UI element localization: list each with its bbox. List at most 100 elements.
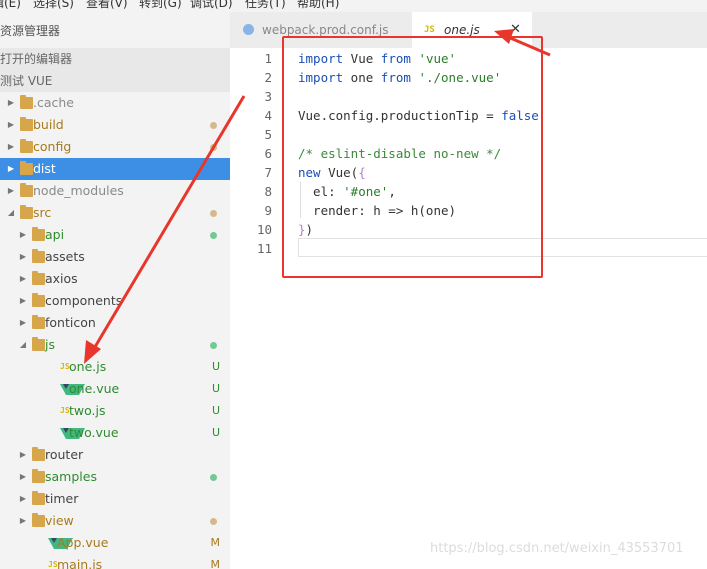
tree-item-app-vue[interactable]: App.vue M xyxy=(0,532,230,554)
chevron-right-icon[interactable]: ▶ xyxy=(6,158,16,180)
git-status-dot xyxy=(210,144,217,151)
git-status-badge: U xyxy=(211,404,220,417)
chevron-right-icon[interactable]: ▶ xyxy=(6,180,16,202)
folder-icon xyxy=(32,227,45,241)
chevron-right-icon[interactable]: ▶ xyxy=(6,114,16,136)
folder-icon xyxy=(32,315,45,329)
chevron-right-icon[interactable]: ▶ xyxy=(18,268,28,290)
chevron-down-icon[interactable]: ◢ xyxy=(18,334,28,356)
webpack-icon xyxy=(243,24,254,35)
tree-item-src[interactable]: ◢ src xyxy=(0,202,230,224)
menu-item[interactable]: 查看(V) xyxy=(86,0,128,11)
tree-item-axios[interactable]: ▶ axios xyxy=(0,268,230,290)
chevron-right-icon[interactable]: ▶ xyxy=(18,224,28,246)
tree-item-label: two.vue xyxy=(69,425,119,440)
chevron-down-icon[interactable]: ◢ xyxy=(6,202,16,224)
tree-item-label: view xyxy=(45,513,74,528)
menu-item[interactable]: 辑(E) xyxy=(0,0,21,11)
tree-item-node-modules[interactable]: ▶ node_modules xyxy=(0,180,230,202)
open-editors-label: 打开的编辑器 xyxy=(0,52,73,66)
line-number: 9 xyxy=(264,203,272,218)
tree-item-view[interactable]: ▶ view xyxy=(0,510,230,532)
line-number: 8 xyxy=(264,184,272,199)
tree-item-label: main.js xyxy=(57,557,103,569)
git-status-dot xyxy=(210,232,217,239)
tree-item-label: axios xyxy=(45,271,78,286)
tree-item-label: assets xyxy=(45,249,85,264)
folder-icon xyxy=(32,293,45,307)
folder-icon xyxy=(20,161,33,175)
tree-item-two-js[interactable]: JS two.js U xyxy=(0,400,230,422)
git-status-badge: M xyxy=(210,558,221,569)
project-section[interactable]: 测试 VUE xyxy=(0,70,230,92)
tree-item-two-vue[interactable]: two.vue U xyxy=(0,422,230,444)
tree-item-label: one.vue xyxy=(69,381,120,396)
chevron-right-icon[interactable]: ▶ xyxy=(6,136,16,158)
chevron-right-icon[interactable]: ▶ xyxy=(18,488,28,510)
chevron-right-icon[interactable]: ▶ xyxy=(18,312,28,334)
tree-item-one-js[interactable]: JS one.js U xyxy=(0,356,230,378)
folder-icon xyxy=(20,183,33,197)
tree-item-samples[interactable]: ▶ samples xyxy=(0,466,230,488)
tree-item-label: fonticon xyxy=(45,315,96,330)
menu-item[interactable]: 转到(G) xyxy=(139,0,182,11)
tree-item-fonticon[interactable]: ▶ fonticon xyxy=(0,312,230,334)
chevron-right-icon[interactable]: ▶ xyxy=(18,444,28,466)
tree-item-label: two.js xyxy=(69,403,106,418)
tree-item-label: one.js xyxy=(69,359,107,374)
tree-item-label: js xyxy=(45,337,55,352)
line-number: 10 xyxy=(256,222,272,237)
line-number: 2 xyxy=(264,70,272,85)
chevron-right-icon[interactable]: ▶ xyxy=(18,466,28,488)
line-number: 4 xyxy=(264,108,272,123)
chevron-right-icon[interactable]: ▶ xyxy=(18,290,28,312)
tree-item-label: build xyxy=(33,117,64,132)
chevron-right-icon[interactable]: ▶ xyxy=(18,510,28,532)
tree-item-one-vue[interactable]: one.vue U xyxy=(0,378,230,400)
tree-item-build[interactable]: ▶ build xyxy=(0,114,230,136)
git-status-badge: U xyxy=(211,360,220,373)
watermark: https://blog.csdn.net/weixin_43553701 xyxy=(430,541,684,556)
folder-icon xyxy=(32,249,45,263)
tree-item-components[interactable]: ▶ components xyxy=(0,290,230,312)
tree-item-config[interactable]: ▶ config xyxy=(0,136,230,158)
tree-item-label: App.vue xyxy=(57,535,109,550)
tree-item-router[interactable]: ▶ router xyxy=(0,444,230,466)
folder-icon xyxy=(20,117,33,131)
tree-item-api[interactable]: ▶ api xyxy=(0,224,230,246)
chevron-right-icon[interactable]: ▶ xyxy=(18,246,28,268)
tree-item-label: .cache xyxy=(33,95,74,110)
tree-item-assets[interactable]: ▶ assets xyxy=(0,246,230,268)
tree-item-dist[interactable]: ▶ dist xyxy=(0,158,230,180)
tree-item-cache[interactable]: ▶ .cache xyxy=(0,92,230,114)
menu-item[interactable]: 调试(D) xyxy=(190,0,233,11)
annotation-box xyxy=(282,36,543,278)
git-status-badge: U xyxy=(211,382,220,395)
folder-icon xyxy=(20,139,33,153)
menu-item[interactable]: 帮助(H) xyxy=(297,0,339,11)
chevron-right-icon[interactable]: ▶ xyxy=(6,92,16,114)
line-number: 1 xyxy=(264,51,272,66)
git-status-dot xyxy=(210,474,217,481)
tree-item-label: components xyxy=(45,293,123,308)
tree-item-timer[interactable]: ▶ timer xyxy=(0,488,230,510)
git-status-badge: U xyxy=(211,426,220,439)
tree-item-label: src xyxy=(33,205,52,220)
tree-item-main-js[interactable]: JS main.js M xyxy=(0,554,230,569)
menu-item[interactable]: 选择(S) xyxy=(33,0,74,11)
tree-item-label: api xyxy=(45,227,65,242)
folder-icon xyxy=(32,513,45,527)
git-status-dot xyxy=(210,518,217,525)
line-number: 11 xyxy=(256,241,272,256)
line-number: 7 xyxy=(264,165,272,180)
tree-item-label: timer xyxy=(45,491,79,506)
open-editors-section[interactable]: 打开的编辑器 xyxy=(0,48,230,70)
folder-icon xyxy=(32,491,45,505)
project-label: 测试 VUE xyxy=(0,74,53,88)
tree-item-label: samples xyxy=(45,469,97,484)
menu-item[interactable]: 任务(T) xyxy=(245,0,286,11)
folder-icon xyxy=(32,337,45,351)
tree-item-js[interactable]: ◢ js xyxy=(0,334,230,356)
git-status-dot xyxy=(210,342,217,349)
git-status-badge: M xyxy=(210,536,221,549)
